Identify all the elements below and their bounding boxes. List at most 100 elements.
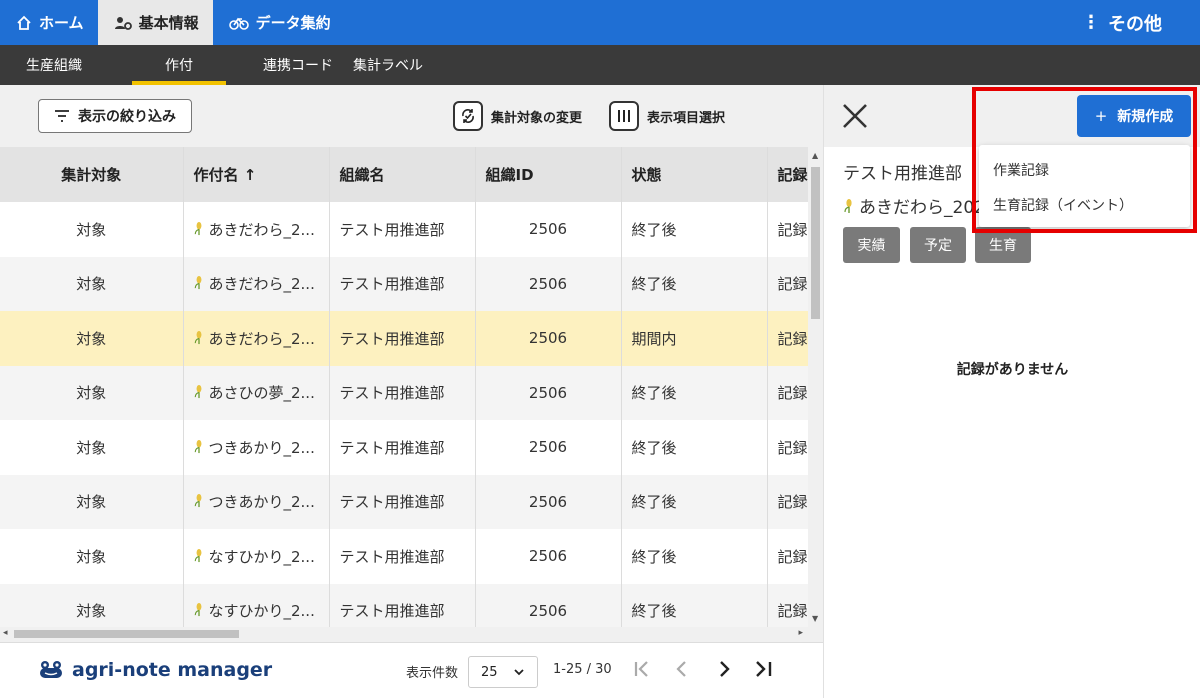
rice-icon (194, 221, 204, 240)
scroll-down-icon[interactable]: ▼ (812, 614, 818, 623)
table-row[interactable]: 対象 あさひの夢_2... テスト用推進部 2506 終了後 記録 (0, 365, 808, 420)
tab-label: 生産組織 (26, 58, 82, 74)
cell-org-name-text: テスト用推進部 (339, 602, 445, 621)
first-page-button[interactable] (630, 657, 654, 685)
chip-growth[interactable]: 生育 (975, 227, 1031, 263)
cell-org-id: 2506 (475, 420, 622, 475)
table-row[interactable]: 対象 なすひかり_2... テスト用推進部 2506 終了後 記録 (0, 583, 808, 627)
nav-data-aggregation[interactable]: データ集約 (213, 0, 345, 45)
prev-page-button[interactable] (670, 657, 694, 685)
cell-crop-name: つきあかり_2... (183, 420, 330, 475)
app-logo: agri-note manager (38, 659, 272, 681)
column-header-org-name[interactable]: 組織名 (329, 147, 476, 202)
cell-status: 終了後 (621, 256, 768, 311)
column-header-status[interactable]: 状態 (621, 147, 768, 202)
scroll-right-icon[interactable]: ▸ (798, 628, 803, 638)
nav-home[interactable]: ホーム (0, 0, 98, 45)
scroll-left-icon[interactable]: ◂ (3, 628, 8, 638)
cell-target-text: 対象 (76, 275, 107, 294)
list-toolbar: 表示の絞り込み 集計対象の変更 表示項目選択 (0, 85, 823, 147)
cell-status: 期間内 (621, 311, 768, 366)
cell-crop-name: あさひの夢_2... (183, 365, 330, 420)
rice-icon (194, 330, 204, 349)
table-row[interactable]: 対象 あきだわら_2... テスト用推進部 2506 終了後 記録 (0, 256, 808, 311)
cell-record: 記録 (767, 365, 808, 420)
column-select-label: 表示項目選択 (647, 110, 726, 126)
cell-org-name-text: テスト用推進部 (339, 493, 445, 512)
refresh-icon (453, 101, 483, 131)
change-target-button[interactable]: 集計対象の変更 (453, 99, 582, 133)
cell-status: 終了後 (621, 365, 768, 420)
cell-record: 記録 (767, 256, 808, 311)
new-create-dropdown: 作業記録 生育記録（イベント） (979, 145, 1190, 227)
cell-target: 対象 (0, 311, 184, 366)
close-button[interactable] (840, 101, 870, 131)
column-header-crop-name[interactable]: 作付名 ↑ (183, 147, 330, 202)
vertical-scroll-thumb[interactable] (811, 167, 820, 319)
cell-target-text: 対象 (76, 220, 107, 239)
org-settings-icon (114, 15, 132, 31)
detail-crop-name-text: あきだわら_2020 (859, 198, 994, 218)
cell-record-text: 記録 (777, 275, 808, 294)
table-row[interactable]: 対象 あきだわら_2... テスト用推進部 2506 期間内 記録 (0, 311, 808, 366)
cell-target: 対象 (0, 583, 184, 627)
perpage-select[interactable]: 25 (468, 656, 538, 688)
change-target-label: 集計対象の変更 (491, 110, 583, 126)
cell-status: 終了後 (621, 583, 768, 627)
cell-target: 対象 (0, 202, 184, 257)
rice-icon (194, 439, 204, 458)
cell-org-name: テスト用推進部 (329, 474, 476, 529)
vertical-scrollbar[interactable]: ▲ ▼ (808, 147, 823, 627)
last-page-button[interactable] (752, 657, 776, 685)
table-row[interactable]: 対象 つきあかり_2... テスト用推進部 2506 終了後 記録 (0, 420, 808, 475)
horizontal-scroll-thumb[interactable] (14, 630, 239, 638)
chip-label: 予定 (924, 238, 952, 254)
rice-icon (194, 275, 204, 294)
tab-aggregation-label[interactable]: 集計ラベル (351, 45, 441, 85)
cell-org-id: 2506 (475, 311, 622, 366)
chip-actual[interactable]: 実績 (843, 227, 900, 263)
filter-button[interactable]: 表示の絞り込み (38, 99, 192, 133)
cell-crop-name-text: あきだわら_2... (208, 275, 315, 294)
scroll-up-icon[interactable]: ▲ (812, 151, 818, 160)
column-select-button[interactable]: 表示項目選択 (609, 99, 725, 133)
cell-org-id: 2506 (475, 474, 622, 529)
tab-production-org[interactable]: 生産組織 (0, 45, 114, 85)
nav-data-aggregation-label: データ集約 (255, 14, 331, 32)
cell-crop-name-text: あきだわら_2... (208, 220, 315, 239)
horizontal-scrollbar[interactable]: ◂ ▸ (0, 627, 808, 641)
table-header-row: 集計対象 作付名 ↑ 組織名 組織ID 状態 記録 (0, 147, 808, 202)
chip-plan[interactable]: 予定 (910, 227, 966, 263)
column-header-org-id[interactable]: 組織ID (475, 147, 622, 202)
new-create-button[interactable]: + 新規作成 (1077, 95, 1191, 137)
cell-record: 記録 (767, 311, 808, 366)
table-row[interactable]: 対象 あきだわら_2... テスト用推進部 2506 終了後 記録 (0, 202, 808, 257)
first-page-icon (632, 659, 652, 683)
cell-org-name: テスト用推進部 (329, 365, 476, 420)
cell-org-name: テスト用推進部 (329, 583, 476, 627)
cell-target: 対象 (0, 474, 184, 529)
cell-crop-name-text: つきあかり_2... (208, 493, 315, 512)
column-header-record[interactable]: 記録 (767, 147, 808, 202)
nav-basic-info[interactable]: 基本情報 (97, 0, 213, 45)
cell-org-name-text: テスト用推進部 (339, 438, 445, 457)
table-row[interactable]: 対象 なすひかり_2... テスト用推進部 2506 終了後 記録 (0, 529, 808, 584)
cell-status: 終了後 (621, 529, 768, 584)
cell-org-name-text: テスト用推進部 (339, 220, 445, 239)
cell-record: 記録 (767, 420, 808, 475)
tab-cropping[interactable]: 作付 (132, 45, 226, 85)
dropdown-option-work-record[interactable]: 作業記録 (993, 160, 1049, 180)
cell-record-text: 記録 (777, 384, 808, 403)
cell-target-text: 対象 (76, 329, 107, 348)
cell-crop-name: なすひかり_2... (183, 529, 330, 584)
next-page-button[interactable] (712, 657, 736, 685)
more-menu[interactable]: ⋮ その他 (1082, 10, 1162, 36)
cell-status-text: 終了後 (631, 275, 677, 294)
column-header-target[interactable]: 集計対象 (0, 147, 184, 202)
cell-target-text: 対象 (76, 547, 107, 566)
tab-link-code[interactable]: 連携コード (245, 45, 351, 85)
new-create-label: 新規作成 (1117, 109, 1174, 125)
dropdown-option-growth-record[interactable]: 生育記録（イベント） (993, 195, 1133, 215)
table-row[interactable]: 対象 つきあかり_2... テスト用推進部 2506 終了後 記録 (0, 474, 808, 529)
last-page-icon (753, 659, 775, 683)
